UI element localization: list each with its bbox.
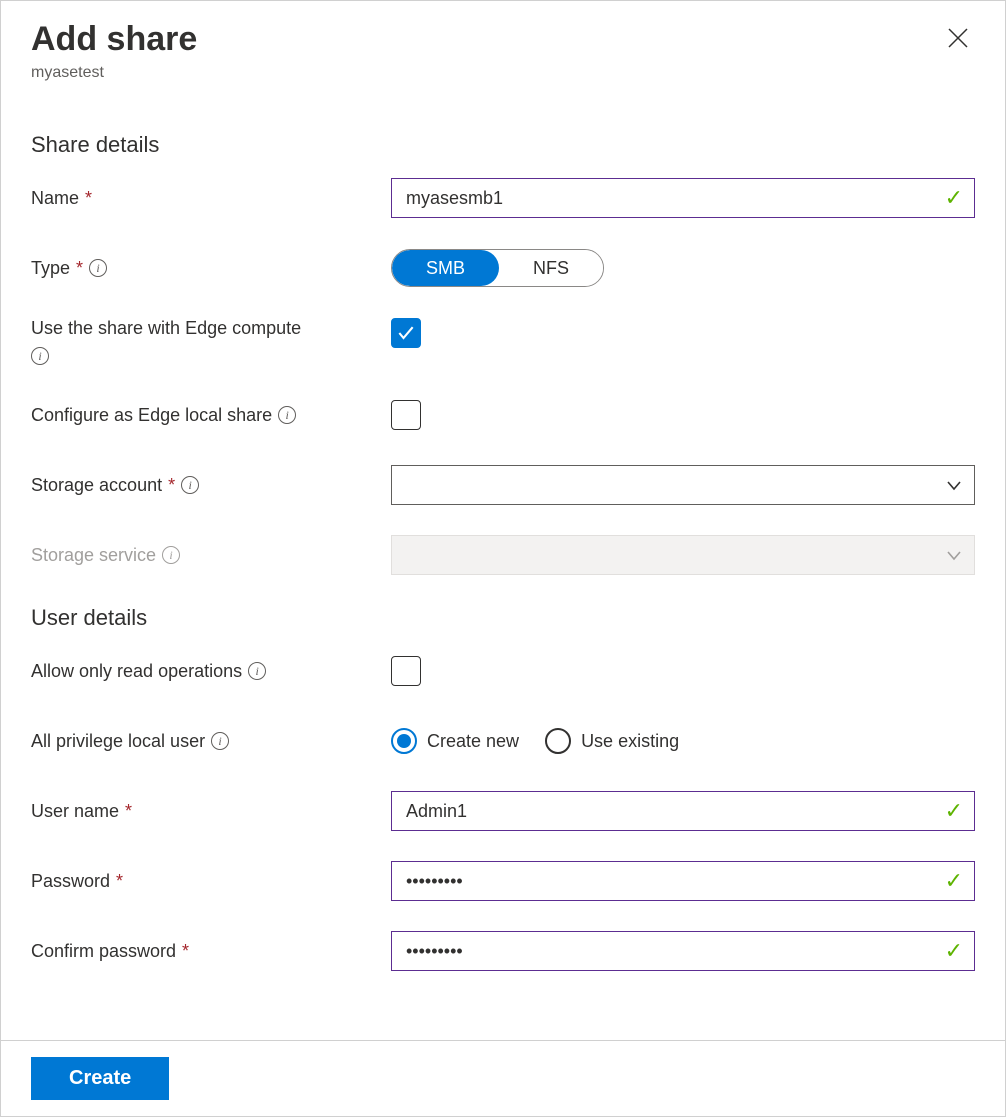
username-label: User name [31,801,119,822]
info-icon[interactable]: i [278,406,296,424]
info-icon[interactable]: i [248,662,266,680]
type-label: Type [31,258,70,279]
password-label: Password [31,871,110,892]
storage-account-dropdown[interactable] [391,465,975,505]
type-toggle[interactable]: SMB NFS [391,249,604,287]
chevron-down-icon [946,477,962,493]
edge-local-checkbox[interactable] [391,400,421,430]
radio-label: Use existing [581,731,679,752]
info-icon[interactable]: i [181,476,199,494]
info-icon: i [162,546,180,564]
read-only-checkbox[interactable] [391,656,421,686]
required-indicator: * [168,475,175,496]
priv-user-use-existing[interactable]: Use existing [545,728,679,754]
priv-user-label: All privilege local user [31,731,205,752]
type-option-nfs[interactable]: NFS [499,250,603,286]
storage-service-label: Storage service [31,545,156,566]
required-indicator: * [125,801,132,822]
confirm-password-input[interactable] [391,931,975,971]
section-user-details: User details [31,605,975,631]
storage-account-label: Storage account [31,475,162,496]
section-share-details: Share details [31,132,975,158]
edge-compute-label: Use the share with Edge compute [31,318,301,339]
required-indicator: * [76,258,83,279]
info-icon[interactable]: i [31,347,49,365]
edge-compute-checkbox[interactable] [391,318,421,348]
check-icon [396,323,416,343]
read-only-label: Allow only read operations [31,661,242,682]
password-input[interactable] [391,861,975,901]
page-subtitle: myasetest [31,64,197,82]
close-icon [947,27,969,49]
required-indicator: * [116,871,123,892]
required-indicator: * [182,941,189,962]
username-input[interactable] [391,791,975,831]
type-option-smb[interactable]: SMB [392,250,499,286]
info-icon[interactable]: i [211,732,229,750]
info-icon[interactable]: i [89,259,107,277]
storage-service-dropdown [391,535,975,575]
priv-user-create-new[interactable]: Create new [391,728,519,754]
name-input[interactable] [391,178,975,218]
close-button[interactable] [941,21,975,59]
page-title: Add share [31,21,197,58]
confirm-password-label: Confirm password [31,941,176,962]
radio-label: Create new [427,731,519,752]
name-label: Name [31,188,79,209]
edge-local-label: Configure as Edge local share [31,405,272,426]
required-indicator: * [85,188,92,209]
chevron-down-icon [946,547,962,563]
create-button[interactable]: Create [31,1057,169,1100]
